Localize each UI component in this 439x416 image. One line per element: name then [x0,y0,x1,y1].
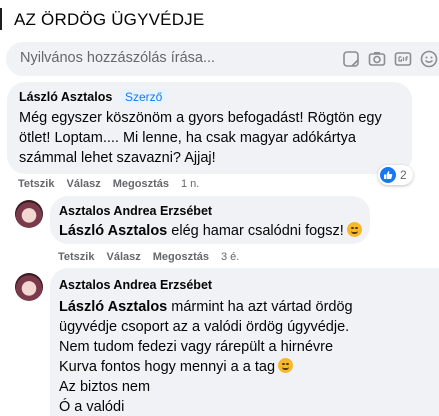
reply-text: László Asztalos mármint ha azt vártad ör… [59,299,353,415]
gif-icon[interactable] [393,49,413,69]
comment-input[interactable]: Nyilvános hozzászólás írása... [20,50,230,66]
reply-bubble: Asztalos Andrea Erzsébet László Asztalos… [50,196,370,244]
reply-text: László Asztalos elég hamar csalódni fogs… [59,222,362,240]
author-badge: Szerző [120,89,168,105]
mention-link[interactable]: László Asztalos [59,223,167,239]
reaction-summary[interactable]: 2 [378,165,413,185]
smiling-face-emoji [346,222,362,237]
reply-author[interactable]: Asztalos Andrea Erzsébet [59,278,212,292]
emoji-icon[interactable] [419,49,439,69]
reply-bubble: Asztalos Andrea Erzsébet László Asztalos… [50,268,439,416]
avatar[interactable] [15,273,43,301]
like-icon [380,167,396,183]
mention-link[interactable]: László Asztalos [59,299,167,315]
reply-author[interactable]: Asztalos Andrea Erzsébet [59,204,212,218]
page-header: AZ ÖRDÖG ÜGYVÉDJE [0,0,439,40]
like-button[interactable]: Tetszik [18,178,54,190]
composer-icons [341,49,439,69]
share-button[interactable]: Megosztás [153,251,209,263]
like-button[interactable]: Tetszik [58,251,94,263]
sticker-icon[interactable] [341,49,361,69]
header-divider [0,8,2,30]
comment-author[interactable]: László Asztalos [19,90,112,104]
comment-timestamp[interactable]: 1 n. [181,178,199,190]
camera-icon[interactable] [367,49,387,69]
share-button[interactable]: Megosztás [113,178,169,190]
page-title: AZ ÖRDÖG ÜGYVÉDJE [14,10,205,29]
smiling-face-emoji [278,358,294,373]
comment-actions: Tetszik Válasz Megosztás 1 n. [18,178,199,190]
reply-actions: Tetszik Válasz Megosztás 3 é. [58,251,239,263]
reply-button[interactable]: Válasz [66,178,100,190]
reply-timestamp[interactable]: 3 é. [221,251,239,263]
comment-text: Még egyszer köszönöm a gyors befogadást!… [19,110,382,166]
avatar[interactable] [15,200,43,228]
reply-button[interactable]: Válasz [106,251,140,263]
comment-bubble: László Asztalos Szerző Még egyszer köszö… [7,82,412,174]
reaction-count: 2 [400,168,407,182]
comment-composer[interactable]: Nyilvános hozzászólás írása... [6,42,439,76]
